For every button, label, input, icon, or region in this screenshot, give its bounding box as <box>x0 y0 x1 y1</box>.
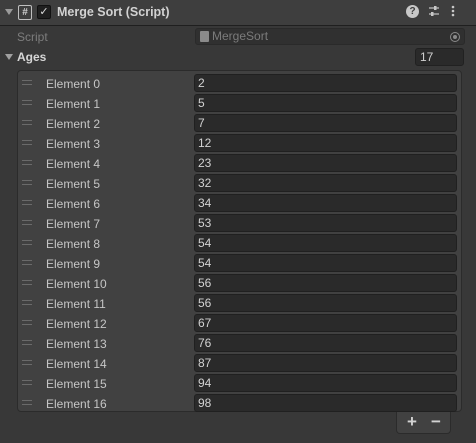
element-label: Element 11 <box>46 297 106 311</box>
element-label: Element 14 <box>46 357 107 371</box>
element-value-field[interactable]: 67 <box>194 314 457 332</box>
list-item: Element 15 94 <box>18 373 461 393</box>
element-label: Element 4 <box>46 157 101 171</box>
element-label: Element 2 <box>46 117 101 131</box>
add-element-button[interactable]: + <box>402 412 422 432</box>
drag-handle-icon[interactable] <box>22 360 32 365</box>
list-item: Element 12 67 <box>18 313 461 333</box>
script-file-icon <box>200 31 209 42</box>
drag-handle-icon[interactable] <box>22 340 32 345</box>
help-icon[interactable]: ? <box>406 5 419 18</box>
object-picker-icon[interactable] <box>450 32 460 42</box>
element-label: Element 6 <box>46 197 101 211</box>
element-label: Element 3 <box>46 137 101 151</box>
element-value-field[interactable]: 5 <box>194 94 457 112</box>
drag-handle-icon[interactable] <box>22 80 32 85</box>
drag-handle-icon[interactable] <box>22 220 32 225</box>
script-row: Script MergeSort <box>0 28 476 46</box>
drag-handle-icon[interactable] <box>22 240 32 245</box>
list-item: Element 14 87 <box>18 353 461 373</box>
element-value-field[interactable]: 53 <box>194 214 457 232</box>
array-size-field[interactable]: 17 <box>415 48 464 66</box>
list-item: Element 9 54 <box>18 253 461 273</box>
list-item: Element 4 23 <box>18 153 461 173</box>
element-value-field[interactable]: 23 <box>194 154 457 172</box>
element-value-field[interactable]: 87 <box>194 354 457 372</box>
element-value-field[interactable]: 34 <box>194 194 457 212</box>
element-label: Element 7 <box>46 217 101 231</box>
element-value-field[interactable]: 94 <box>194 374 457 392</box>
list-footer: + − <box>396 412 451 434</box>
element-value-field[interactable]: 54 <box>194 254 457 272</box>
list-item: Element 1 5 <box>18 93 461 113</box>
drag-handle-icon[interactable] <box>22 380 32 385</box>
ages-label[interactable]: Ages <box>17 50 46 64</box>
list-item: Element 8 54 <box>18 233 461 253</box>
list-item: Element 3 12 <box>18 133 461 153</box>
element-value-field[interactable]: 56 <box>194 294 457 312</box>
preset-icon[interactable] <box>426 4 442 20</box>
more-icon[interactable] <box>445 4 461 20</box>
list-item: Element 10 56 <box>18 273 461 293</box>
element-value-field[interactable]: 2 <box>194 74 457 92</box>
drag-handle-icon[interactable] <box>22 120 32 125</box>
element-label: Element 16 <box>46 397 107 411</box>
script-field[interactable]: MergeSort <box>195 28 465 45</box>
ages-header: Ages 17 <box>0 47 476 67</box>
enable-checkbox[interactable]: ✓ <box>37 5 51 19</box>
list-item: Element 5 32 <box>18 173 461 193</box>
script-label: Script <box>17 30 48 44</box>
element-label: Element 13 <box>46 337 107 351</box>
component-header: # ✓ Merge Sort (Script) ? <box>0 0 476 26</box>
element-label: Element 12 <box>46 317 107 331</box>
list-item: Element 2 7 <box>18 113 461 133</box>
list-item: Element 11 56 <box>18 293 461 313</box>
drag-handle-icon[interactable] <box>22 400 32 405</box>
drag-handle-icon[interactable] <box>22 300 32 305</box>
drag-handle-icon[interactable] <box>22 200 32 205</box>
list-item: Element 13 76 <box>18 333 461 353</box>
element-value-field[interactable]: 76 <box>194 334 457 352</box>
element-value-field[interactable]: 32 <box>194 174 457 192</box>
drag-handle-icon[interactable] <box>22 140 32 145</box>
element-value-field[interactable]: 54 <box>194 234 457 252</box>
element-value-field[interactable]: 12 <box>194 134 457 152</box>
element-label: Element 5 <box>46 177 101 191</box>
element-label: Element 10 <box>46 277 107 291</box>
element-label: Element 1 <box>46 97 101 111</box>
ages-list: Element 0 2 Element 1 5 Element 2 7 Element 31… <box>17 70 462 412</box>
drag-handle-icon[interactable] <box>22 160 32 165</box>
drag-handle-icon[interactable] <box>22 320 32 325</box>
element-value-field[interactable]: 98 <box>194 394 457 412</box>
element-label: Element 9 <box>46 257 101 271</box>
remove-element-button[interactable]: − <box>426 412 446 432</box>
element-label: Element 8 <box>46 237 101 251</box>
script-value: MergeSort <box>212 29 269 43</box>
list-item: Element 6 34 <box>18 193 461 213</box>
list-item: Element 7 53 <box>18 213 461 233</box>
drag-handle-icon[interactable] <box>22 180 32 185</box>
list-item: Element 16 98 <box>18 393 461 413</box>
foldout-arrow-icon[interactable] <box>5 9 13 15</box>
element-value-field[interactable]: 56 <box>194 274 457 292</box>
drag-handle-icon[interactable] <box>22 280 32 285</box>
drag-handle-icon[interactable] <box>22 100 32 105</box>
element-label: Element 0 <box>46 77 101 91</box>
element-label: Element 15 <box>46 377 107 391</box>
element-value-field[interactable]: 7 <box>194 114 457 132</box>
ages-foldout-icon[interactable] <box>5 54 13 60</box>
drag-handle-icon[interactable] <box>22 260 32 265</box>
component-title: Merge Sort (Script) <box>57 5 170 19</box>
list-item: Element 0 2 <box>18 73 461 93</box>
script-icon: # <box>18 5 32 20</box>
